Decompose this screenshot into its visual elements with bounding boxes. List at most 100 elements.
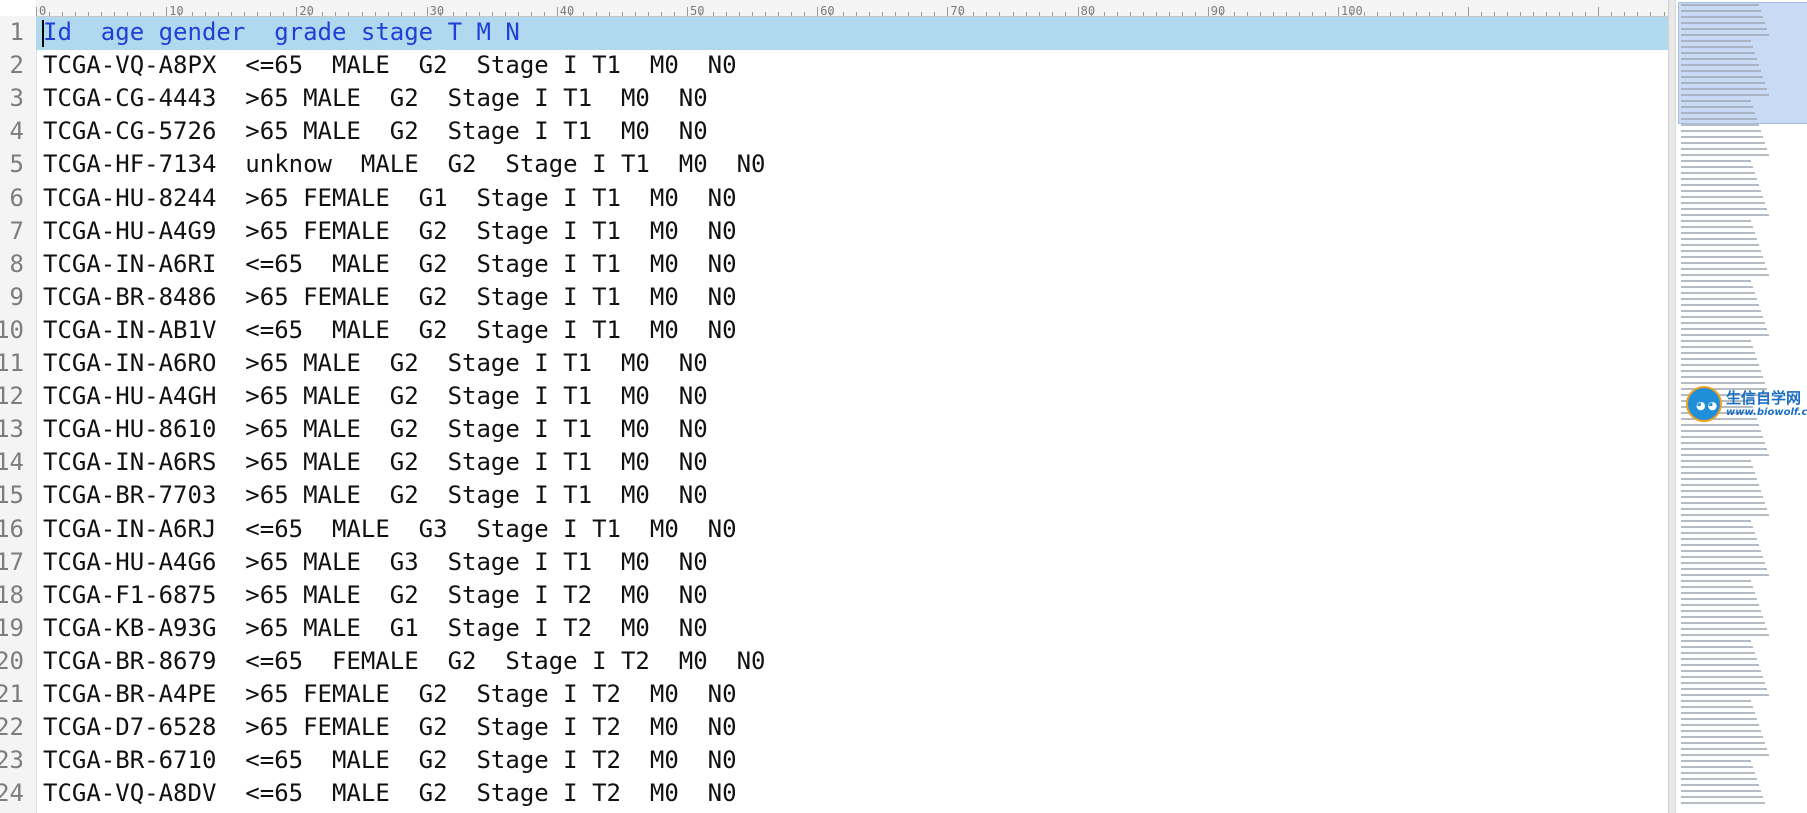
line-number: 20: [0, 646, 24, 675]
ruler-minor-tick: [595, 12, 597, 16]
ruler-minor-tick: [1220, 12, 1222, 16]
ruler-minor-tick: [1155, 12, 1157, 16]
ruler-minor-tick: [960, 12, 962, 16]
line-number: 7: [9, 216, 24, 245]
minimap-line: [1681, 634, 1769, 636]
text-line[interactable]: TCGA-HU-A4G6 >65 MALE G3 Stage I T1 M0 N…: [43, 546, 708, 579]
minimap-line: [1681, 340, 1751, 342]
ruler-minor-tick: [1168, 12, 1170, 16]
watermark-site-name: 生信自学网: [1726, 389, 1802, 407]
ruler-minor-tick: [1351, 12, 1353, 16]
text-line[interactable]: TCGA-IN-A6RS >65 MALE G2 Stage I T1 M0 N…: [43, 446, 708, 479]
minimap-line: [1681, 22, 1765, 24]
ruler-minor-tick: [778, 12, 780, 16]
ruler-minor-tick: [934, 12, 936, 16]
minimap-line: [1681, 34, 1769, 36]
minimap-line: [1681, 760, 1751, 762]
ruler-minor-tick: [1025, 12, 1027, 16]
ruler-minor-tick: [1546, 12, 1548, 16]
text-line[interactable]: TCGA-HU-8244 >65 FEMALE G1 Stage I T1 M0…: [43, 182, 737, 215]
ruler-major-tick: 30: [426, 4, 444, 18]
ruler-minor-tick: [1377, 12, 1379, 16]
text-line[interactable]: TCGA-VQ-A8PX <=65 MALE G2 Stage I T1 M0 …: [43, 49, 737, 82]
minimap-line: [1681, 382, 1765, 384]
minimap-line: [1681, 508, 1767, 510]
text-line[interactable]: TCGA-HU-A4GH >65 MALE G2 Stage I T1 M0 N…: [43, 380, 708, 413]
minimap-line: [1681, 490, 1761, 492]
minimap-line: [1681, 454, 1769, 456]
text-line[interactable]: TCGA-CG-5726 >65 MALE G2 Stage I T1 M0 N…: [43, 115, 708, 148]
minimap-line: [1681, 730, 1761, 732]
ruler-major-tick: 70: [947, 4, 965, 18]
minimap-line: [1681, 496, 1763, 498]
ruler-minor-tick: [1663, 12, 1665, 16]
line-number: 2: [9, 51, 24, 80]
ruler-minor-tick: [1533, 12, 1535, 16]
minimap-line: [1681, 682, 1765, 684]
text-editor[interactable]: 0 10 20 30 40 50 60 70 80 90 100 1 2 3 4 5 6 7 8 9 10 11 12 13…: [0, 0, 1668, 813]
minimap-line: [1681, 664, 1759, 666]
minimap-line: [1681, 352, 1755, 354]
ruler-minor-tick: [1142, 12, 1144, 16]
ruler-minor-tick: [1129, 12, 1131, 16]
ruler-minor-tick: [634, 12, 636, 16]
ruler-minor-tick: [1246, 12, 1248, 16]
minimap-line: [1681, 610, 1761, 612]
ruler-minor-tick: [1090, 12, 1092, 16]
text-line[interactable]: TCGA-IN-A6RO >65 MALE G2 Stage I T1 M0 N…: [43, 347, 708, 380]
line-number: 22: [0, 713, 24, 742]
text-line[interactable]: TCGA-BR-8486 >65 FEMALE G2 Stage I T1 M0…: [43, 281, 737, 314]
minimap-line: [1681, 208, 1767, 210]
text-line[interactable]: TCGA-BR-6710 <=65 MALE G2 Stage I T2 M0 …: [43, 744, 737, 777]
ruler-minor-tick: [882, 12, 884, 16]
minimap-line: [1681, 670, 1761, 672]
text-line[interactable]: TCGA-IN-AB1V <=65 MALE G2 Stage I T1 M0 …: [43, 314, 737, 347]
text-line[interactable]: TCGA-F1-6875 >65 MALE G2 Stage I T2 M0 N…: [43, 579, 708, 612]
text-line[interactable]: TCGA-HF-7134 unknow MALE G2 Stage I T1 M…: [43, 148, 765, 181]
text-line[interactable]: TCGA-BR-A4PE >65 FEMALE G2 Stage I T2 M0…: [43, 678, 737, 711]
minimap-line: [1681, 58, 1757, 60]
minimap-line: [1681, 772, 1755, 774]
minimap-line: [1681, 436, 1763, 438]
minimap-line: [1681, 562, 1765, 564]
ruler-minor-tick: [869, 12, 871, 16]
minimap-line: [1681, 514, 1769, 516]
minimap-line: [1681, 616, 1763, 618]
minimap-line: [1681, 358, 1757, 360]
minimap-line: [1681, 568, 1767, 570]
minimap-line: [1681, 172, 1755, 174]
minimap-line: [1681, 244, 1759, 246]
line-number-gutter[interactable]: 1 2 3 4 5 6 7 8 9 10 11 12 13 14 15 16 17 18 19 20 21 22 23 24: [0, 16, 37, 813]
text-line[interactable]: TCGA-BR-7703 >65 MALE G2 Stage I T1 M0 N…: [43, 479, 708, 512]
vertical-scrollbar[interactable]: [1668, 0, 1675, 813]
minimap-line: [1681, 232, 1755, 234]
minimap-line: [1681, 202, 1765, 204]
minimap-line: [1681, 520, 1751, 522]
text-line[interactable]: TCGA-HU-8610 >65 MALE G2 Stage I T1 M0 N…: [43, 413, 708, 446]
ruler-major-tick: 60: [817, 4, 835, 18]
minimap-line: [1681, 190, 1761, 192]
minimap-line: [1681, 346, 1753, 348]
minimap-line: [1681, 46, 1753, 48]
line-number: 1: [9, 18, 24, 46]
minimap-line: [1681, 304, 1759, 306]
minimap-line: [1681, 10, 1761, 12]
minimap-line: [1681, 592, 1755, 594]
text-line[interactable]: TCGA-KB-A93G >65 MALE G1 Stage I T2 M0 N…: [43, 612, 708, 645]
ruler-minor-tick: [1194, 12, 1196, 16]
minimap-line: [1681, 604, 1759, 606]
text-line[interactable]: TCGA-D7-6528 >65 FEMALE G2 Stage I T2 M0…: [43, 711, 737, 744]
header-line[interactable]: Id age gender grade stage T M N: [43, 16, 520, 49]
minimap-line: [1681, 556, 1763, 558]
ruler-minor-tick: [1585, 12, 1587, 16]
ruler-label: 70: [950, 4, 965, 18]
minimap-line: [1681, 154, 1769, 156]
text-line[interactable]: TCGA-HU-A4G9 >65 FEMALE G2 Stage I T1 M0…: [43, 215, 737, 248]
text-line[interactable]: TCGA-IN-A6RJ <=65 MALE G3 Stage I T1 M0 …: [43, 513, 737, 546]
text-line[interactable]: TCGA-VQ-A8DV <=65 MALE G2 Stage I T2 M0 …: [43, 777, 737, 810]
minimap-line: [1681, 88, 1767, 90]
minimap-line: [1681, 310, 1761, 312]
text-line[interactable]: TCGA-BR-8679 <=65 FEMALE G2 Stage I T2 M…: [43, 645, 765, 678]
text-line[interactable]: TCGA-IN-A6RI <=65 MALE G2 Stage I T1 M0 …: [43, 248, 737, 281]
text-line[interactable]: TCGA-CG-4443 >65 MALE G2 Stage I T1 M0 N…: [43, 82, 708, 115]
